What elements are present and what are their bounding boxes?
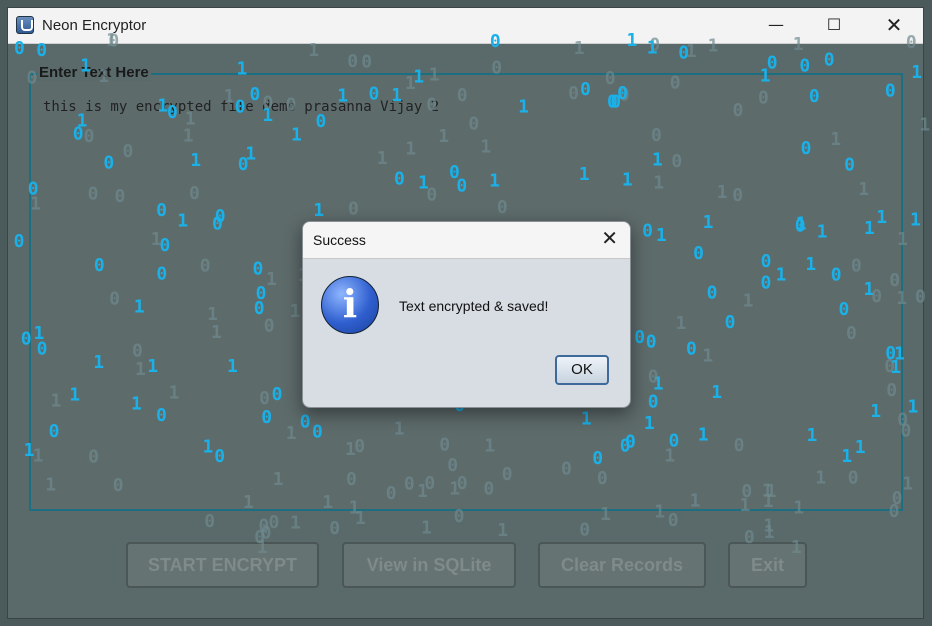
success-dialog: Success ✕ i Text encrypted & saved! OK: [302, 221, 631, 408]
title-bar[interactable]: Neon Encryptor — ☐ ✕: [8, 8, 923, 44]
ok-button[interactable]: OK: [555, 355, 609, 385]
view-sqlite-button[interactable]: View in SQLite: [342, 542, 516, 588]
close-window-button[interactable]: ✕: [865, 8, 923, 43]
info-icon: i: [321, 276, 379, 334]
text-area-content[interactable]: this is my encrypted file demo prasanna …: [43, 99, 439, 115]
dialog-message: Text encrypted & saved!: [399, 298, 549, 314]
clear-records-button[interactable]: Clear Records: [538, 542, 706, 588]
text-area-label: Enter Text Here: [37, 64, 151, 81]
minimize-button[interactable]: —: [747, 8, 805, 43]
maximize-button[interactable]: ☐: [805, 8, 863, 43]
window-title: Neon Encryptor: [42, 17, 147, 34]
dialog-title: Success: [313, 232, 366, 248]
start-encrypt-button[interactable]: START ENCRYPT: [126, 542, 319, 588]
exit-button[interactable]: Exit: [728, 542, 807, 588]
dialog-close-icon[interactable]: ✕: [601, 226, 618, 250]
dialog-title-bar[interactable]: Success ✕: [303, 222, 630, 259]
java-cup-icon: [16, 16, 34, 34]
